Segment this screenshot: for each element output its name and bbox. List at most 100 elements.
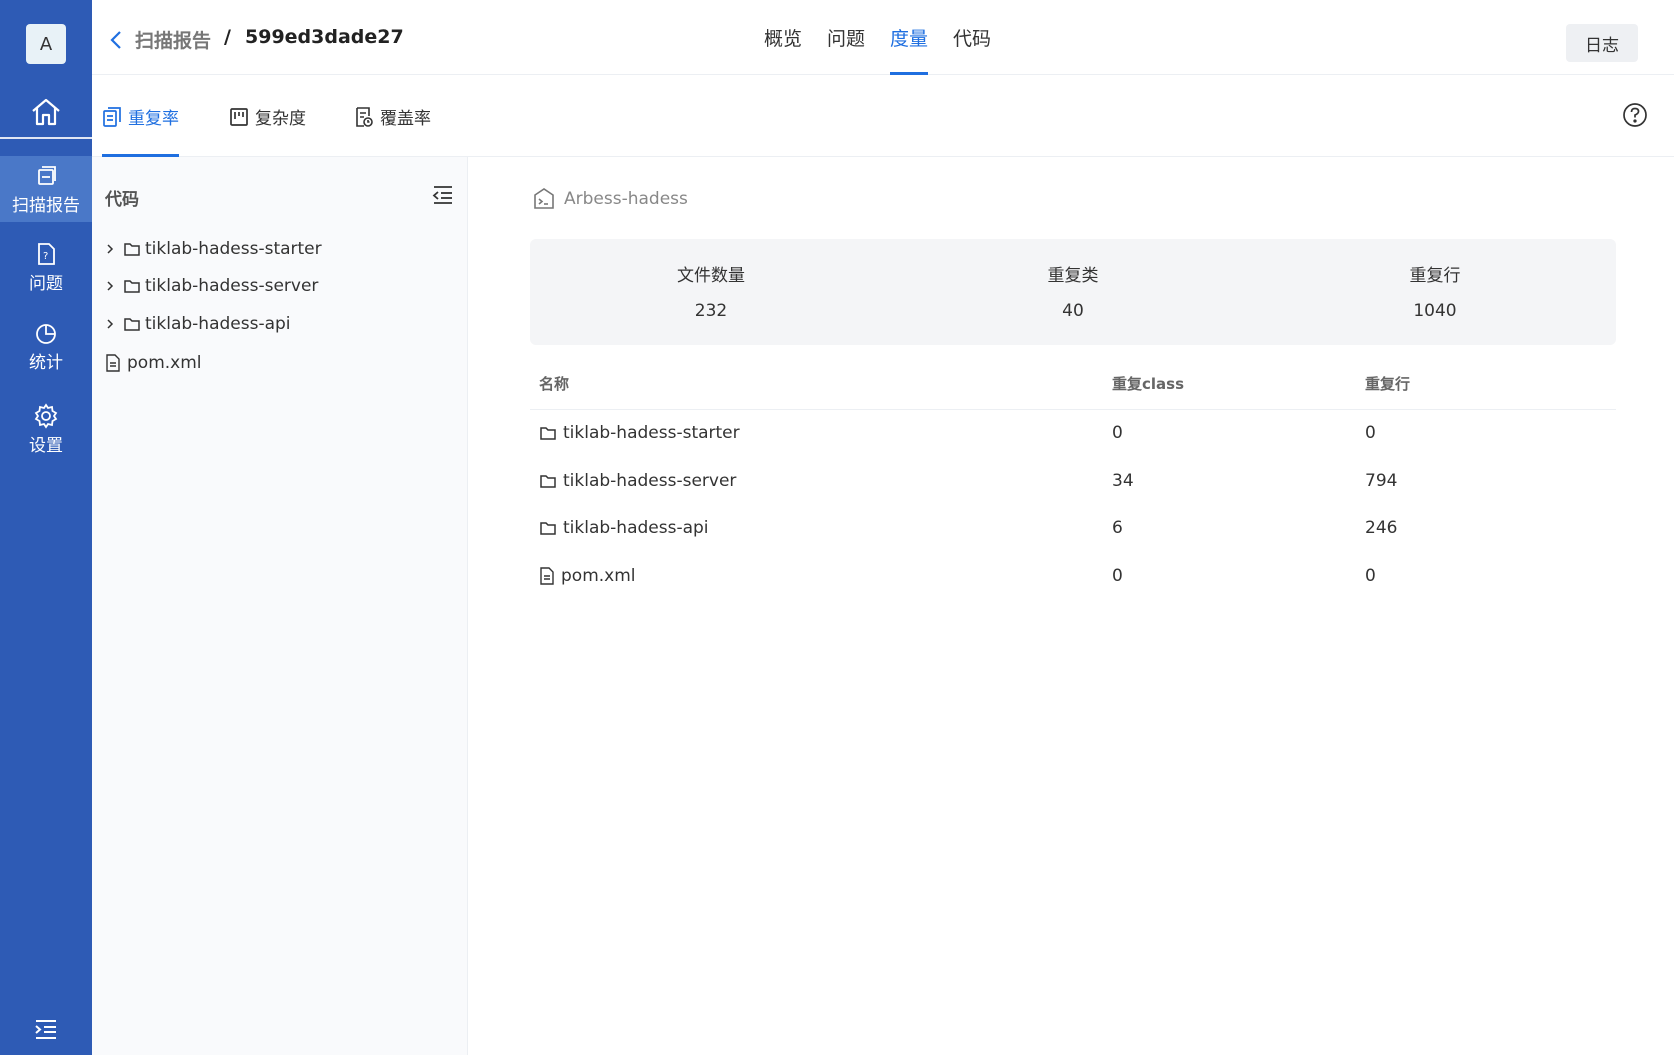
folder-icon xyxy=(539,473,557,489)
coverage-icon xyxy=(354,106,374,128)
breadcrumb-parent[interactable]: 扫描报告 xyxy=(135,26,211,53)
file-icon xyxy=(539,567,555,585)
subtab-label: 覆盖率 xyxy=(380,109,431,129)
tab-metrics[interactable]: 度量 xyxy=(878,0,940,75)
stat-dup-lines: 重复行 1040 xyxy=(1254,239,1616,345)
row-name: pom.xml xyxy=(561,566,636,586)
subtab-duplication[interactable]: 重复率 xyxy=(102,76,179,157)
stat-value: 232 xyxy=(694,301,728,321)
nav-item-statistics[interactable]: 统计 xyxy=(0,313,92,379)
folder-icon xyxy=(123,316,145,332)
stat-dup-classes: 重复类 40 xyxy=(892,239,1254,345)
code-tree-panel: 代码 tiklab-hadess-starter tiklab-hadess-s… xyxy=(92,157,468,1055)
tab-code[interactable]: 代码 xyxy=(941,0,1003,75)
header: 扫描报告 / 599ed3dade27 概览 问题 度量 代码 日志 xyxy=(92,0,1674,75)
stat-label: 重复行 xyxy=(1409,266,1461,286)
project-icon xyxy=(532,187,556,211)
nav-label: 问题 xyxy=(29,273,63,294)
metric-subtabs: 重复率 复杂度 覆盖率 xyxy=(92,76,1674,157)
stat-value: 1040 xyxy=(1413,301,1457,321)
issue-icon: ? xyxy=(35,241,57,267)
row-name-cell[interactable]: tiklab-hadess-starter xyxy=(539,411,740,455)
table-row[interactable]: pom.xml 0 0 xyxy=(530,554,1616,598)
tree-item-server[interactable]: tiklab-hadess-server xyxy=(105,271,318,301)
back-icon[interactable] xyxy=(106,28,126,52)
tree-item-label: pom.xml xyxy=(127,353,202,373)
duplicate-icon xyxy=(102,106,122,128)
breadcrumb-current: 599ed3dade27 xyxy=(245,26,404,48)
row-name-cell[interactable]: tiklab-hadess-api xyxy=(539,506,709,550)
row-dup-class: 34 xyxy=(1112,471,1134,491)
left-nav: A 扫描报告 ? 问题 统计 设置 xyxy=(0,0,92,1055)
row-name-cell[interactable]: tiklab-hadess-server xyxy=(539,459,736,503)
row-dup-class: 6 xyxy=(1112,518,1123,538)
tree-item-label: tiklab-hadess-api xyxy=(145,314,291,334)
duplication-content: Arbess-hadess 文件数量 232 重复类 40 重复行 1040 名… xyxy=(469,157,1674,1055)
stat-label: 重复类 xyxy=(1047,266,1099,286)
stat-label: 文件数量 xyxy=(677,266,745,286)
report-icon xyxy=(34,163,58,189)
column-header-dup-class: 重复class xyxy=(1112,374,1185,393)
row-dup-class: 0 xyxy=(1112,566,1123,586)
top-tabs: 概览 问题 度量 代码 xyxy=(752,0,1004,75)
chart-pie-icon xyxy=(34,320,58,346)
complexity-icon xyxy=(229,107,249,127)
subtab-complexity[interactable]: 复杂度 xyxy=(229,76,306,157)
tree-item-api[interactable]: tiklab-hadess-api xyxy=(105,309,291,339)
tab-overview[interactable]: 概览 xyxy=(752,0,814,75)
home-icon xyxy=(32,98,60,126)
project-name: Arbess-hadess xyxy=(564,189,688,209)
row-dup-lines: 0 xyxy=(1365,566,1376,586)
nav-item-scan-report[interactable]: 扫描报告 xyxy=(0,156,92,222)
chevron-right-icon[interactable] xyxy=(105,280,123,292)
tree-item-label: tiklab-hadess-server xyxy=(145,276,319,296)
tree-collapse-icon[interactable] xyxy=(431,184,455,206)
row-name: tiklab-hadess-api xyxy=(563,518,709,538)
chevron-right-icon[interactable] xyxy=(105,318,123,330)
nav-label: 设置 xyxy=(29,435,63,456)
help-icon[interactable] xyxy=(1622,102,1648,128)
menu-fold-icon xyxy=(35,1020,56,1039)
folder-icon xyxy=(539,520,557,536)
nav-label: 统计 xyxy=(29,352,63,373)
row-dup-lines: 246 xyxy=(1365,518,1398,538)
project-header: Arbess-hadess xyxy=(532,187,688,211)
gear-icon xyxy=(33,402,59,429)
folder-icon xyxy=(539,425,557,441)
row-dup-lines: 794 xyxy=(1365,471,1398,491)
tree-title: 代码 xyxy=(105,190,139,210)
file-icon xyxy=(105,354,127,372)
tab-issues[interactable]: 问题 xyxy=(815,0,877,75)
row-dup-lines: 0 xyxy=(1365,423,1376,443)
breadcrumb-separator: / xyxy=(224,26,231,48)
subtab-label: 复杂度 xyxy=(255,109,306,129)
table-row[interactable]: tiklab-hadess-server 34 794 xyxy=(530,459,1616,503)
tree-item-pom[interactable]: pom.xml xyxy=(105,348,202,378)
table-row[interactable]: tiklab-hadess-api 6 246 xyxy=(530,506,1616,550)
nav-item-settings[interactable]: 设置 xyxy=(0,396,92,462)
subtab-coverage[interactable]: 覆盖率 xyxy=(354,76,431,157)
row-dup-class: 0 xyxy=(1112,423,1123,443)
nav-item-issues[interactable]: ? 问题 xyxy=(0,234,92,300)
home-button[interactable] xyxy=(0,88,92,136)
table-row[interactable]: tiklab-hadess-starter 0 0 xyxy=(530,411,1616,455)
column-header-name: 名称 xyxy=(539,374,570,393)
row-name: tiklab-hadess-starter xyxy=(563,423,740,443)
avatar[interactable]: A xyxy=(26,24,66,64)
stat-file-count: 文件数量 232 xyxy=(530,239,892,345)
tree-item-label: tiklab-hadess-starter xyxy=(145,239,322,259)
chevron-right-icon[interactable] xyxy=(105,243,123,255)
nav-divider xyxy=(0,137,92,139)
tree-item-starter[interactable]: tiklab-hadess-starter xyxy=(105,234,322,264)
folder-icon xyxy=(123,278,145,294)
stat-value: 40 xyxy=(1062,301,1084,321)
column-header-dup-lines: 重复行 xyxy=(1365,374,1411,393)
svg-text:?: ? xyxy=(43,251,48,262)
nav-collapse-button[interactable] xyxy=(30,1016,62,1042)
subtab-label: 重复率 xyxy=(128,109,179,129)
log-button[interactable]: 日志 xyxy=(1566,24,1638,62)
table-header-divider xyxy=(530,409,1616,410)
nav-label: 扫描报告 xyxy=(12,195,80,216)
row-name-cell[interactable]: pom.xml xyxy=(539,554,636,598)
avatar-letter: A xyxy=(39,33,53,55)
